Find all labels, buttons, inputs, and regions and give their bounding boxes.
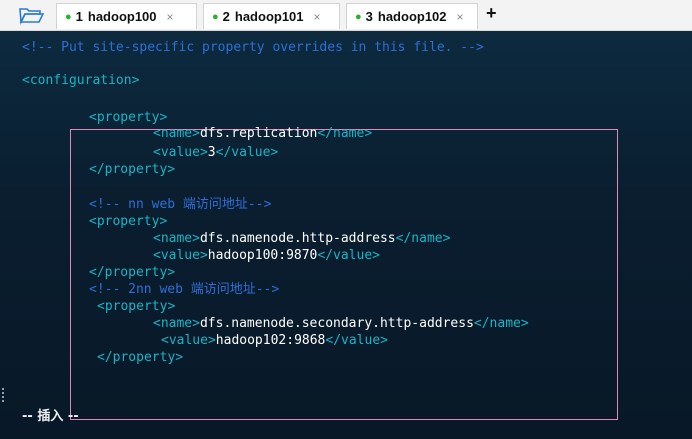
configuration-open-tag: <configuration> [22, 73, 140, 88]
close-icon[interactable]: × [314, 10, 321, 24]
close-icon[interactable]: × [167, 10, 174, 24]
name-line: <name>dfs.namenode.http-address</name> [153, 231, 451, 246]
value-line: <value>3</value> [153, 145, 279, 160]
connected-dot-icon: ● [355, 10, 362, 23]
tab-bar: ● 1 hadoop100 × ● 2 hadoop101 × ● 3 hado… [0, 0, 692, 31]
editor-comment-line: <!-- Put site-specific property override… [22, 40, 484, 55]
tab-label: hadoop100 [87, 9, 157, 24]
tab-hadoop100[interactable]: ● 1 hadoop100 × [56, 3, 197, 29]
property-open-tag: <property> [89, 110, 168, 125]
tab-index: 1 [75, 9, 83, 24]
vim-mode-status: -- 插入 -- [22, 409, 79, 424]
tab-label: hadoop102 [377, 9, 447, 24]
tab-hadoop102[interactable]: ● 3 hadoop102 × [346, 3, 478, 29]
new-tab-button[interactable]: + [486, 3, 497, 24]
tab-index: 2 [222, 9, 230, 24]
tab-hadoop101[interactable]: ● 2 hadoop101 × [203, 3, 340, 29]
property-open-tag: <property> [97, 299, 176, 314]
property-close-tag: </property> [89, 162, 176, 177]
property-close-tag: </property> [97, 350, 184, 365]
connected-dot-icon: ● [65, 10, 72, 23]
property-open-tag: <property> [89, 214, 168, 229]
value-line: <value>hadoop100:9870</value> [153, 248, 380, 263]
tab-label: hadoop101 [234, 9, 304, 24]
terminal-editor[interactable]: <!-- Put site-specific property override… [0, 31, 692, 439]
resize-handle[interactable] [2, 388, 7, 402]
folder-icon[interactable] [18, 5, 44, 25]
name-line: <name>dfs.namenode.secondary.http-addres… [153, 316, 529, 331]
connected-dot-icon: ● [212, 10, 219, 23]
property-close-tag: </property> [89, 265, 176, 280]
tab-index: 3 [365, 9, 373, 24]
close-icon[interactable]: × [457, 10, 464, 24]
name-line: <name>dfs.replication</name> [153, 126, 373, 141]
editor-comment-line: <!-- nn web 端访问地址--> [89, 197, 272, 212]
value-line: <value>hadoop102:9868</value> [161, 333, 388, 348]
editor-comment-line: <!-- 2nn web 端访问地址--> [89, 282, 280, 297]
